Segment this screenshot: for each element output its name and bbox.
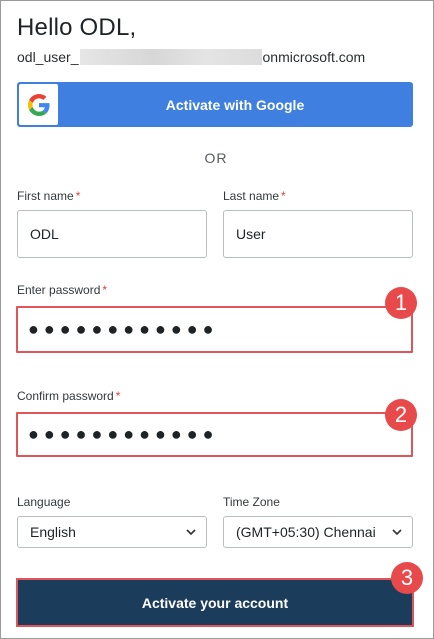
callout-badge-1: 1 (385, 287, 417, 319)
password-label: Enter password * (17, 283, 107, 297)
required-marker: * (115, 389, 121, 403)
timezone-select[interactable]: (GMT+05:30) Chennai (223, 516, 413, 548)
language-label-text: Language (17, 495, 71, 509)
language-select[interactable]: English (17, 516, 207, 548)
timezone-label: Time Zone (223, 495, 280, 509)
greeting-heading: Hello ODL, (17, 14, 137, 41)
language-label: Language (17, 495, 70, 509)
language-selected-value: English (30, 524, 76, 540)
user-email: odl_user_ onmicrosoft.com (17, 48, 365, 66)
callout-badge-3: 3 (391, 562, 423, 594)
first-name-value: ODL (30, 226, 59, 242)
last-name-label-text: Last name (223, 189, 280, 203)
confirm-password-field[interactable]: ●●●●●●●●●●●● (16, 412, 413, 457)
google-logo-icon (19, 84, 58, 125)
email-redacted-block (79, 49, 262, 65)
required-marker: * (102, 283, 108, 297)
first-name-field[interactable]: ODL (17, 210, 207, 258)
password-field[interactable]: ●●●●●●●●●●●● (16, 306, 413, 353)
password-masked-value: ●●●●●●●●●●●● (28, 319, 219, 339)
google-button-label: Activate with Google (165, 96, 305, 113)
or-divider: OR (204, 150, 228, 166)
last-name-field[interactable]: User (223, 210, 413, 258)
activate-with-google-button[interactable]: Activate with Google (17, 82, 413, 127)
confirm-password-label: Confirm password * (17, 389, 120, 403)
callout-badge-2: 2 (385, 399, 417, 431)
confirm-password-label-text: Confirm password (17, 389, 114, 403)
timezone-label-text: Time Zone (223, 495, 280, 509)
timezone-selected-value: (GMT+05:30) Chennai (236, 524, 376, 540)
last-name-label: Last name * (223, 189, 286, 203)
password-label-text: Enter password (17, 283, 101, 297)
activate-button-label: Activate your account (141, 594, 289, 611)
required-marker: * (281, 189, 286, 203)
required-marker: * (75, 189, 81, 203)
email-suffix: onmicrosoft.com (262, 49, 366, 65)
email-prefix: odl_user_ (17, 49, 79, 65)
activate-account-button[interactable]: Activate your account (18, 580, 412, 625)
chevron-down-icon (186, 527, 196, 537)
first-name-label: First name * (17, 189, 80, 203)
last-name-value: User (236, 226, 266, 242)
chevron-down-icon (392, 527, 402, 537)
confirm-password-masked-value: ●●●●●●●●●●●● (28, 424, 219, 444)
first-name-label-text: First name (17, 189, 74, 203)
